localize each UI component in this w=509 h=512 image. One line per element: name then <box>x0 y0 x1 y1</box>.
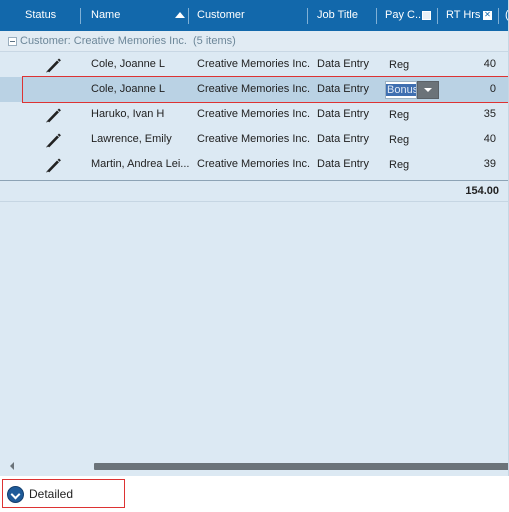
cell-job-title: Data Entry <box>317 133 369 145</box>
cell-job-title: Data Entry <box>317 158 369 170</box>
cell-job-title: Data Entry <box>317 58 369 70</box>
cell-job-title: Data Entry <box>317 108 369 120</box>
column-separator[interactable] <box>437 8 438 24</box>
pencil-icon <box>46 58 61 73</box>
cell-pay-code: Reg <box>389 109 410 121</box>
cell-name: Martin, Andrea Lei... <box>91 158 190 170</box>
cell-pay-code: Reg <box>389 134 410 146</box>
column-separator[interactable] <box>498 8 499 24</box>
filter-icon[interactable] <box>422 11 431 20</box>
clear-filter-icon[interactable]: ✕ <box>483 11 492 20</box>
cell-rt-hrs: 40 <box>483 133 496 145</box>
column-header-pay-code[interactable]: Pay C... <box>385 0 424 31</box>
cell-customer: Creative Memories Inc. <box>197 108 311 120</box>
detailed-timecard-button[interactable]: Detailed Timecard <box>2 479 125 508</box>
expand-chevron-icon[interactable] <box>7 486 24 503</box>
detailed-timecard-label: Detailed Timecard <box>29 487 74 501</box>
column-header-name[interactable]: Name <box>91 0 120 31</box>
cell-rt-hrs: 35 <box>483 108 496 120</box>
collapse-group-icon[interactable] <box>8 37 17 46</box>
cell-customer: Creative Memories Inc. <box>197 158 311 170</box>
scroll-left-icon[interactable] <box>10 462 14 470</box>
total-rt-hrs: 154.00 <box>465 185 499 197</box>
timecard-grid: Status Name Customer Job Title Pay C... … <box>0 0 509 476</box>
table-row[interactable]: Martin, Andrea Lei... Creative Memories … <box>0 152 508 177</box>
cell-pay-code: Reg <box>389 59 410 71</box>
column-separator[interactable] <box>307 8 308 24</box>
footer: Detailed Timecard <box>0 476 509 512</box>
cell-name: Cole, Joanne L <box>91 58 165 70</box>
grid-header: Status Name Customer Job Title Pay C... … <box>0 0 508 31</box>
column-header-rt-hrs[interactable]: RT Hrs <box>446 0 480 31</box>
cell-rt-hrs: 39 <box>483 158 496 170</box>
horizontal-scrollbar[interactable] <box>0 459 508 473</box>
highlight-outline <box>22 76 508 103</box>
column-separator[interactable] <box>376 8 377 24</box>
cell-pay-code: Reg <box>389 159 410 171</box>
column-header-job-title[interactable]: Job Title <box>317 0 358 31</box>
totals-row: 154.00 <box>0 180 508 202</box>
table-row[interactable]: Haruko, Ivan H Creative Memories Inc. Da… <box>0 102 508 127</box>
cell-name: Lawrence, Emily <box>91 133 172 145</box>
pencil-icon <box>46 108 61 123</box>
sort-ascending-icon[interactable] <box>175 12 185 18</box>
cell-name: Haruko, Ivan H <box>91 108 165 120</box>
cell-rt-hrs: 40 <box>483 58 496 70</box>
column-header-extra[interactable]: ( <box>505 0 508 31</box>
column-header-status[interactable]: Status <box>25 0 56 31</box>
table-row[interactable]: Lawrence, Emily Creative Memories Inc. D… <box>0 127 508 152</box>
group-label: Customer: Creative Memories Inc. (5 item… <box>20 35 236 47</box>
cell-customer: Creative Memories Inc. <box>197 58 311 70</box>
pencil-icon <box>46 158 61 173</box>
column-separator[interactable] <box>188 8 189 24</box>
group-row[interactable]: Customer: Creative Memories Inc. (5 item… <box>0 31 508 52</box>
pencil-icon <box>46 133 61 148</box>
table-row[interactable]: Cole, Joanne L Creative Memories Inc. Da… <box>0 52 508 77</box>
scrollbar-thumb[interactable] <box>94 463 508 470</box>
column-separator[interactable] <box>80 8 81 24</box>
cell-customer: Creative Memories Inc. <box>197 133 311 145</box>
column-header-customer[interactable]: Customer <box>197 0 245 31</box>
